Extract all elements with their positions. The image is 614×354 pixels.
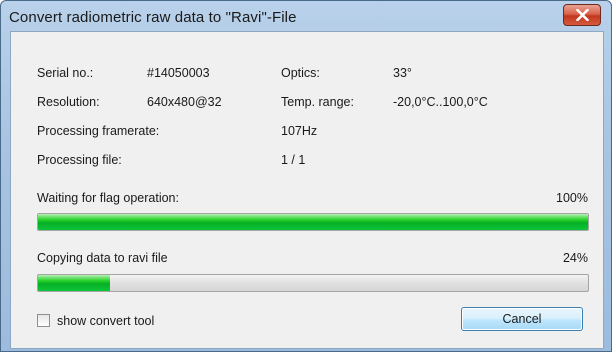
- cancel-button[interactable]: Cancel: [461, 307, 583, 331]
- dialog-content: Serial no.: #14050003 Optics: 33° Resolu…: [10, 31, 604, 349]
- framerate-label: Processing framerate:: [37, 124, 160, 138]
- serial-label: Serial no.:: [37, 66, 94, 80]
- show-convert-tool-checkbox[interactable]: [37, 314, 50, 327]
- close-button[interactable]: [563, 4, 601, 26]
- flag-operation-percent: 100%: [556, 191, 588, 205]
- temp-range-label: Temp. range:: [281, 95, 354, 109]
- close-icon: [576, 9, 589, 21]
- copy-data-progress-fill: [38, 275, 110, 291]
- title-bar[interactable]: Convert radiometric raw data to "Ravi"-F…: [1, 1, 611, 31]
- temp-range-value: -20,0°C..100,0°C: [393, 95, 488, 109]
- framerate-value: 107Hz: [281, 124, 318, 138]
- window-title: Convert radiometric raw data to "Ravi"-F…: [9, 9, 297, 26]
- resolution-label: Resolution:: [37, 95, 100, 109]
- processing-file-value: 1 / 1: [281, 153, 306, 167]
- optics-label: Optics:: [281, 66, 320, 80]
- processing-file-label: Processing file:: [37, 153, 122, 167]
- copy-data-percent: 24%: [562, 251, 588, 265]
- resolution-value: 640x480@32: [147, 95, 222, 109]
- flag-operation-progress-fill: [38, 214, 588, 230]
- flag-operation-progress-bar: [37, 213, 589, 231]
- flag-operation-label: Waiting for flag operation:: [37, 191, 179, 205]
- show-convert-tool-label[interactable]: show convert tool: [57, 314, 154, 328]
- optics-value: 33°: [393, 66, 412, 80]
- serial-value: #14050003: [147, 66, 210, 80]
- dialog-window: Convert radiometric raw data to "Ravi"-F…: [0, 0, 612, 352]
- copy-data-progress-bar: [37, 274, 589, 292]
- copy-data-label: Copying data to ravi file: [37, 251, 168, 265]
